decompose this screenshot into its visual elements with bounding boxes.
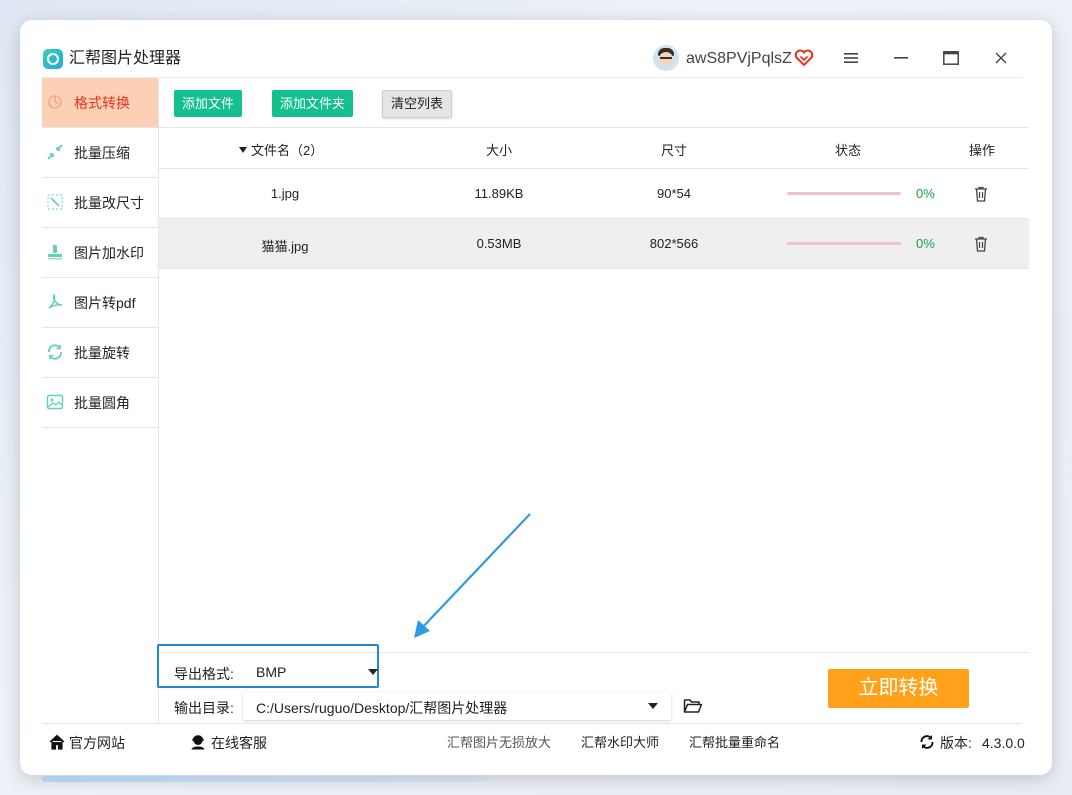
- format-value: BMP: [256, 664, 287, 680]
- footer-link-watermark[interactable]: 汇帮水印大师: [581, 735, 659, 751]
- maximize-button[interactable]: [940, 48, 962, 68]
- footer-link-rename[interactable]: 汇帮批量重命名: [689, 735, 780, 751]
- format-convert-icon: [48, 95, 62, 109]
- maximize-icon: [943, 51, 959, 65]
- sidebar-item-format-convert[interactable]: 格式转换: [42, 78, 158, 128]
- table-row[interactable]: 1.jpg 11.89KB 90*54 0%: [159, 169, 1029, 219]
- official-site-link[interactable]: 官方网站: [69, 735, 125, 751]
- watermark-icon: [48, 245, 62, 260]
- dimensions-header: 尺寸: [660, 143, 687, 158]
- title-bar: 汇帮图片处理器 awS8PVjPqlsZ: [20, 20, 1052, 78]
- sidebar-item-label: 批量改尺寸: [74, 194, 144, 211]
- status-header: 状态: [834, 143, 861, 158]
- app-window: 汇帮图片处理器 awS8PVjPqlsZ 格式转换 批量压缩 批量改尺寸 图片加…: [20, 20, 1052, 775]
- customer-service-icon: [191, 735, 205, 750]
- sidebar-item-label: 图片转pdf: [74, 294, 136, 311]
- sidebar-item-compress[interactable]: 批量压缩: [42, 128, 158, 178]
- filename-header[interactable]: 文件名（2）: [239, 140, 339, 159]
- sidebar-item-to-pdf[interactable]: 图片转pdf: [42, 278, 158, 328]
- progress-bar: [787, 192, 901, 195]
- resize-icon: [47, 194, 63, 210]
- trash-icon[interactable]: [974, 186, 988, 202]
- file-name: 1.jpg: [270, 186, 300, 201]
- sort-down-icon: [239, 147, 247, 153]
- minimize-icon: [894, 57, 908, 59]
- clear-list-button[interactable]: 清空列表: [382, 90, 453, 118]
- hamburger-icon: [844, 53, 858, 63]
- rotate-icon: [48, 344, 62, 360]
- sidebar-item-rounded-corner[interactable]: 批量圆角: [42, 378, 158, 428]
- app-title: 汇帮图片处理器: [69, 50, 182, 67]
- sidebar-item-resize[interactable]: 批量改尺寸: [42, 178, 158, 228]
- close-icon: [995, 52, 1007, 64]
- file-table: 文件名（2） 大小 尺寸 状态 操作 1.jpg 11.89KB 90*54 0…: [159, 127, 1029, 269]
- format-label: 导出格式:: [174, 666, 234, 682]
- file-size: 0.53MB: [476, 236, 522, 251]
- chevron-down-icon: [648, 703, 658, 709]
- size-header: 大小: [485, 143, 512, 158]
- pdf-icon: [48, 293, 63, 309]
- table-header: 文件名（2） 大小 尺寸 状态 操作: [159, 127, 1029, 169]
- version-label: 版本:: [940, 735, 972, 751]
- progress-percent: 0%: [916, 186, 935, 201]
- sidebar-item-label: 批量圆角: [74, 394, 130, 411]
- annotation-arrow: [414, 513, 531, 638]
- file-name: 猫猫.jpg: [261, 239, 309, 254]
- sidebar-item-label: 图片加水印: [74, 244, 144, 261]
- sidebar-item-label: 格式转换: [74, 94, 130, 111]
- table-row[interactable]: 猫猫.jpg 0.53MB 802*566 0%: [159, 219, 1029, 269]
- footer-link-upscale[interactable]: 汇帮图片无损放大: [447, 735, 551, 751]
- dir-value: C:/Users/ruguo/Desktop/汇帮图片处理器: [256, 700, 508, 716]
- sidebar-item-watermark[interactable]: 图片加水印: [42, 228, 158, 278]
- file-size: 11.89KB: [474, 186, 524, 201]
- username[interactable]: awS8PVjPqlsZ: [686, 49, 792, 69]
- dir-select[interactable]: C:/Users/ruguo/Desktop/汇帮图片处理器: [243, 692, 671, 720]
- footer: 官方网站 在线客服 汇帮图片无损放大 汇帮水印大师 汇帮批量重命名 版本: 4.…: [42, 723, 1025, 762]
- format-select[interactable]: BMP: [256, 664, 378, 684]
- progress-percent: 0%: [916, 236, 935, 251]
- refresh-icon[interactable]: [919, 734, 935, 750]
- avatar[interactable]: [653, 45, 679, 71]
- online-service-link[interactable]: 在线客服: [211, 735, 267, 751]
- minimize-button[interactable]: [890, 48, 912, 68]
- trash-icon[interactable]: [974, 236, 988, 252]
- chevron-down-icon: [368, 669, 378, 675]
- file-dimensions: 90*54: [657, 186, 691, 201]
- file-dimensions: 802*566: [649, 236, 699, 251]
- sidebar: 格式转换 批量压缩 批量改尺寸 图片加水印 图片转pdf 批量旋转 批量圆角: [42, 78, 159, 723]
- rounded-corner-icon: [46, 394, 64, 410]
- title-separator: [42, 77, 1022, 78]
- version-value: 4.3.0.0: [982, 735, 1025, 751]
- add-file-button[interactable]: 添加文件: [174, 90, 243, 117]
- sidebar-item-label: 批量压缩: [74, 144, 130, 161]
- actions-header: 操作: [968, 143, 995, 158]
- app-logo-icon: [43, 49, 63, 69]
- sidebar-item-label: 批量旋转: [74, 344, 130, 361]
- compress-icon: [47, 144, 63, 160]
- dir-label: 输出目录:: [174, 700, 234, 716]
- folder-open-icon[interactable]: [683, 698, 703, 714]
- home-icon: [49, 734, 65, 750]
- vip-heart-icon[interactable]: [794, 48, 814, 68]
- sidebar-item-rotate[interactable]: 批量旋转: [42, 328, 158, 378]
- menu-button[interactable]: [840, 48, 862, 68]
- filename-header-label: 文件名（2）: [251, 143, 324, 158]
- progress-bar: [787, 242, 901, 245]
- convert-now-button[interactable]: 立即转换: [828, 669, 969, 708]
- window-shadow-accent: [42, 776, 488, 782]
- add-folder-button[interactable]: 添加文件夹: [272, 90, 354, 117]
- close-button[interactable]: [990, 48, 1012, 68]
